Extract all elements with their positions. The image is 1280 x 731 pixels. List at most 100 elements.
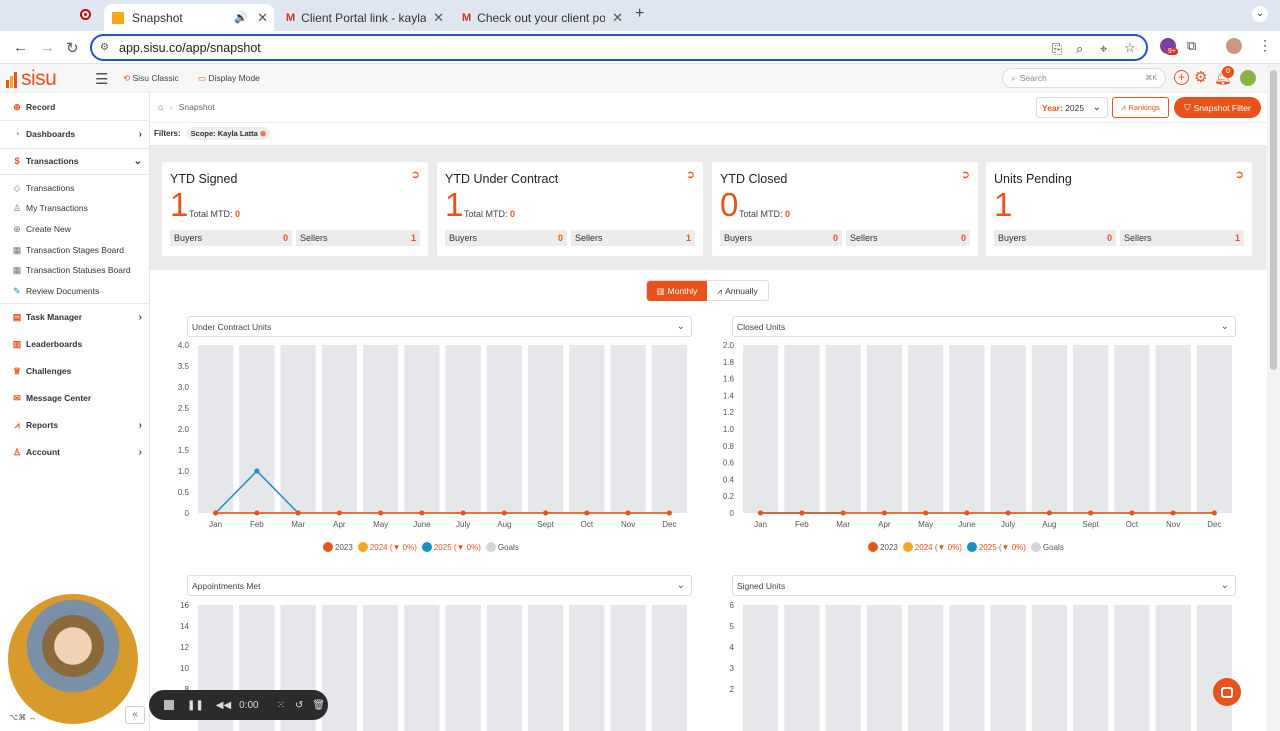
add-icon[interactable]: + xyxy=(1174,70,1189,85)
record-indicator-icon[interactable] xyxy=(80,9,91,20)
y-tick-label: 10 xyxy=(180,664,189,673)
bar-chart-icon: ▥ xyxy=(656,285,665,296)
restart-icon[interactable]: ↺ xyxy=(295,700,303,711)
zoom-icon[interactable]: ⌕ xyxy=(1076,41,1083,57)
sidebar-item-account[interactable]: ♙ Account › xyxy=(0,441,150,463)
snapshot-filter-button[interactable]: ⛉ Snapshot Filter xyxy=(1174,97,1261,118)
chevron-down-icon: ⌄ xyxy=(133,155,142,167)
audio-icon[interactable]: 🔊 xyxy=(234,11,248,24)
sidebar-item-my-transactions[interactable]: ♙ My Transactions xyxy=(0,197,150,219)
bookmark-star-icon[interactable]: ☆ xyxy=(1124,40,1136,56)
reports-icon: ⩘ xyxy=(14,419,20,430)
month-column-bg xyxy=(239,345,275,513)
close-tab-icon[interactable]: ✕ xyxy=(433,10,444,26)
legend-item-goals[interactable]: Goals xyxy=(1030,542,1064,552)
y-tick-label: 1.6 xyxy=(723,375,735,384)
chart-select-under-contract[interactable]: Under Contract Units ⌄ xyxy=(187,316,692,337)
location-icon[interactable]: ⌖ xyxy=(1100,41,1107,57)
arrow-circle-icon[interactable]: ➲ xyxy=(961,168,970,181)
sidebar-item-transaction-stages-board[interactable]: ▦ Transaction Stages Board xyxy=(0,239,150,261)
tab-gmail-client-portal[interactable]: M Client Portal link - kayla@sisu ✕ xyxy=(278,4,450,31)
legend-item-2025[interactable]: 2025 (▼ 0%) xyxy=(966,542,1026,552)
site-info-icon[interactable]: ⚙ xyxy=(100,42,109,53)
forward-icon[interactable]: → xyxy=(40,39,55,56)
extensions-puzzle-icon[interactable]: ⧉ xyxy=(1187,38,1196,54)
sisu-logo[interactable]: sisu xyxy=(6,68,57,89)
arrow-circle-icon[interactable]: ➲ xyxy=(411,168,420,181)
sidebar-item-review-documents[interactable]: ✎ Review Documents xyxy=(0,280,150,302)
pause-icon[interactable]: ❚❚ xyxy=(187,700,204,711)
card-ytd-closed[interactable]: YTD Closed ➲ 0 Total MTD: 0 Buyers 0 Sell… xyxy=(712,162,978,256)
legend-item-2023[interactable]: 2023 xyxy=(868,542,898,552)
arrow-circle-icon[interactable]: ➲ xyxy=(686,168,695,181)
y-tick-label: 2 xyxy=(730,685,735,694)
data-point-2023 xyxy=(460,510,466,516)
month-column-bg xyxy=(404,605,440,731)
chart-select-appointments[interactable]: Appointments Met ⌄ xyxy=(187,575,692,596)
search-input[interactable]: ⌕ Search ⌘K xyxy=(1002,68,1166,88)
close-tab-icon[interactable]: ✕ xyxy=(257,10,268,26)
install-app-icon[interactable]: ⎘ xyxy=(1052,41,1062,57)
sidebar-item-transactions[interactable]: $ Transactions ⌄ xyxy=(0,150,150,172)
sidebar-item-task-manager[interactable]: ▤ Task Manager › xyxy=(0,306,150,328)
arrow-circle-icon[interactable]: ➲ xyxy=(1235,168,1244,181)
collapse-sidebar-icon[interactable]: « xyxy=(125,706,145,724)
sidebar-item-message-center[interactable]: ✉ Message Center xyxy=(0,387,150,409)
new-tab-icon[interactable]: + xyxy=(635,5,644,23)
card-units-pending[interactable]: Units Pending ➲ 1 Buyers 0 Sellers 1 xyxy=(986,162,1252,256)
sidebar-item-transaction-statuses-board[interactable]: ▦ Transaction Statuses Board xyxy=(0,259,150,281)
back-icon[interactable]: ← xyxy=(13,39,28,56)
chart-select-closed[interactable]: Closed Units ⌄ xyxy=(732,316,1236,337)
rewind-icon[interactable]: ◀◀ xyxy=(216,700,231,711)
y-tick-label: 3.5 xyxy=(178,362,190,371)
reload-icon[interactable]: ↻ xyxy=(66,39,79,57)
monthly-toggle[interactable]: ▥ Monthly xyxy=(647,281,707,301)
year-select[interactable]: Year: 2025 ⌄ xyxy=(1036,97,1108,118)
tab-gmail-check-out[interactable]: M Check out your client portal! ✕ xyxy=(454,4,629,31)
annually-toggle[interactable]: ⩘ Annually xyxy=(707,281,768,301)
legend-item-2024[interactable]: 2024 (▼ 0%) xyxy=(357,542,417,552)
home-icon[interactable]: ⌂ xyxy=(158,102,163,112)
browser-menu-icon[interactable]: ⋮ xyxy=(1258,37,1272,54)
page-scrollbar[interactable] xyxy=(1267,64,1280,731)
sisu-classic-link[interactable]: ⟲ Sisu Classic xyxy=(123,73,179,84)
scrollbar-thumb[interactable] xyxy=(1270,70,1277,370)
card-ytd-signed[interactable]: YTD Signed ➲ 1 Total MTD: 0 Buyers 0 Sell… xyxy=(162,162,428,256)
sidebar-item-dashboards[interactable]: ◔ Dashboards › xyxy=(0,123,150,145)
grid-icon[interactable]: ⁙ xyxy=(277,700,285,711)
chart-select-signed[interactable]: Signed Units ⌄ xyxy=(732,575,1236,596)
legend-item-goals[interactable]: Goals xyxy=(485,542,519,552)
tab-search-icon[interactable]: ⌄ xyxy=(1252,6,1268,22)
legend-item-2023[interactable]: 2023 xyxy=(323,542,353,552)
display-mode-link[interactable]: ▭ Display Mode xyxy=(198,73,260,84)
stop-icon[interactable] xyxy=(164,700,174,710)
profile-avatar[interactable] xyxy=(1226,38,1242,54)
sidebar-item-transactions-sub[interactable]: ◇ Transactions xyxy=(0,177,150,199)
line-chart-icon: ⩘ xyxy=(717,285,723,296)
sidebar-item-record[interactable]: ⊕ Record xyxy=(0,96,150,118)
hamburger-menu-icon[interactable]: ☰ xyxy=(95,70,108,88)
sidebar-item-create-new[interactable]: ⊕ Create New xyxy=(0,218,150,240)
settings-gear-icon[interactable]: ⚙ xyxy=(1194,68,1207,86)
sidebar-item-leaderboards[interactable]: ▥ Leaderboards xyxy=(0,333,150,355)
month-column-bg xyxy=(1114,605,1150,731)
trash-icon[interactable]: 🗑︎ xyxy=(312,700,325,711)
month-column-bg xyxy=(569,345,605,513)
chat-icon xyxy=(1221,686,1233,698)
sidebar-item-reports[interactable]: ⩘ Reports › xyxy=(0,414,150,436)
tab-snapshot[interactable]: Snapshot 🔊 ✕ xyxy=(104,4,274,31)
card-ytd-under-contract[interactable]: YTD Under Contract ➲ 1 Total MTD: 0 Buye… xyxy=(437,162,703,256)
close-tab-icon[interactable]: ✕ xyxy=(612,10,623,26)
sellers-pill: Sellers 1 xyxy=(571,230,695,246)
legend-item-2024[interactable]: 2024 (▼ 0%) xyxy=(902,542,962,552)
sidebar-item-challenges[interactable]: ♕ Challenges xyxy=(0,360,150,382)
user-avatar[interactable] xyxy=(1240,70,1256,86)
chart-signed: 6 5 4 3 2 xyxy=(730,601,1232,731)
month-column-bg xyxy=(1073,605,1109,731)
rankings-button[interactable]: ⩘ Rankings xyxy=(1112,97,1169,118)
chat-launcher-button[interactable] xyxy=(1213,678,1241,706)
legend-item-2025[interactable]: 2025 (▼ 0%) xyxy=(421,542,481,552)
month-column-bg xyxy=(1196,605,1232,731)
url-input[interactable]: ⚙ app.sisu.co/app/snapshot ⎘ ⌕ ⌖ ☆ xyxy=(90,34,1148,61)
filter-chip[interactable]: Scope: Kayla Latta ⊗ xyxy=(186,127,271,140)
